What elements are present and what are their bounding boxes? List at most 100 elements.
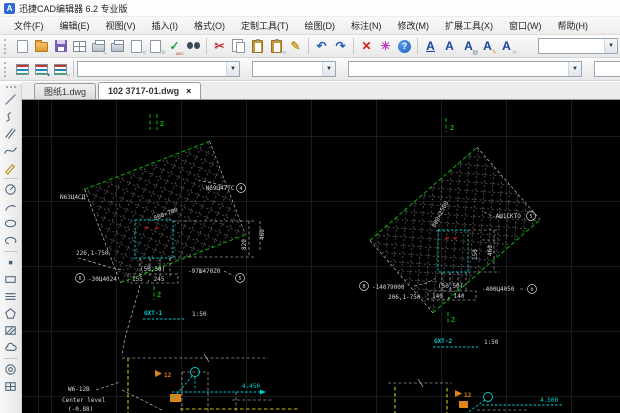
menu-draw[interactable]: 绘图(D) xyxy=(297,17,344,34)
gxt-1-title: GXT-1 xyxy=(144,310,162,317)
ellipse-arc-tool[interactable] xyxy=(2,232,20,249)
menu-file[interactable]: 文件(F) xyxy=(6,17,52,34)
new-file-icon[interactable] xyxy=(13,37,32,56)
font-icon[interactable]: A xyxy=(440,37,459,56)
document-tab-2[interactable]: 102 3717-01.dwg× xyxy=(98,82,201,99)
undo-icon[interactable]: ↶ xyxy=(312,37,331,56)
drawing-viewport[interactable]: 800×700 2 2 820 460 (50,50) 155 , 245 N6… xyxy=(22,100,620,413)
toolbar-separator xyxy=(206,38,207,54)
new-layer-icon[interactable]: ✦ xyxy=(32,60,51,79)
new-file-icon xyxy=(17,40,28,53)
chevron-down-icon[interactable]: ▼ xyxy=(604,39,617,53)
spline-tool-icon xyxy=(3,109,18,124)
toolbar-grip[interactable] xyxy=(4,62,9,77)
menu-view[interactable]: 视图(V) xyxy=(98,17,144,34)
tab-close-icon[interactable]: × xyxy=(186,86,191,96)
tab-label: 图纸1.dwg xyxy=(44,85,86,98)
bld-white-lines xyxy=(182,372,272,413)
chevron-down-icon[interactable]: ▼ xyxy=(322,62,335,76)
gxt-2-scale: 1:50 xyxy=(484,339,499,346)
print-setup-icon[interactable]: → xyxy=(89,37,108,56)
layer-search-icon-badge: ○ xyxy=(66,73,70,79)
chevron-down-icon[interactable]: ▼ xyxy=(568,62,581,76)
open-file-icon[interactable] xyxy=(32,37,51,56)
line-tool[interactable] xyxy=(2,91,20,108)
hatch-tool[interactable] xyxy=(2,322,20,339)
drawing-canvas[interactable]: 800×700 2 2 820 460 (50,50) 155 , 245 N6… xyxy=(22,100,620,413)
bld-cyan-arrowhead xyxy=(260,390,266,395)
redo-icon[interactable]: ↷ xyxy=(331,37,350,56)
curve-tool[interactable] xyxy=(2,142,20,159)
gxt-1-label-left-2: -30Ц4024 xyxy=(88,276,117,283)
menu-help[interactable]: 帮助(H) xyxy=(550,17,597,34)
cut-icon[interactable]: ✂ xyxy=(210,37,229,56)
print-preview-icon[interactable]: ○ xyxy=(127,37,146,56)
purge-icon[interactable]: ✳ xyxy=(376,37,395,56)
paste-special-icon[interactable]: ○ xyxy=(267,37,286,56)
double-line-tool[interactable] xyxy=(2,125,20,142)
gxt-1-label-left-1: 226,1-750 xyxy=(76,250,109,257)
color-combo[interactable]: ▼ xyxy=(252,61,336,77)
save-icon[interactable] xyxy=(51,37,70,56)
cloud-tool[interactable] xyxy=(2,339,20,356)
palette-grip[interactable] xyxy=(6,86,16,89)
delete-icon[interactable]: ✕ xyxy=(357,37,376,56)
gxt-1-dim-820: 820 xyxy=(241,239,248,250)
underline-text-icon[interactable]: A xyxy=(421,37,440,56)
gxt-2-plan[interactable]: 800×2500 2 2 460 150 (50,50) 140 , 140 B… xyxy=(360,118,541,347)
find-text-icon[interactable]: A○ xyxy=(497,37,516,56)
viewport-tool[interactable] xyxy=(2,378,20,395)
delete-icon: ✕ xyxy=(361,40,371,52)
circle-tool[interactable] xyxy=(2,181,20,198)
layer-search-icon[interactable]: ○ xyxy=(51,60,70,79)
edit-text-icon[interactable]: A✎ xyxy=(478,37,497,56)
menu-custom-tools[interactable]: 定制工具(T) xyxy=(233,17,297,34)
chevron-down-icon[interactable]: ▼ xyxy=(226,62,239,76)
menu-express-tools[interactable]: 扩展工具(X) xyxy=(437,17,501,34)
donut-tool-icon xyxy=(3,362,18,377)
layer-combo[interactable]: ▼ xyxy=(77,61,240,77)
spline-tool[interactable] xyxy=(2,108,20,125)
paste-icon[interactable] xyxy=(248,37,267,56)
gxt-2-label-left-2: 206,1-750 xyxy=(388,294,421,301)
menu-modify[interactable]: 修改(M) xyxy=(390,17,438,34)
gxt-2-label-right-2: -400Ц4050 xyxy=(482,286,515,293)
lineweight-combo[interactable]: ▼ xyxy=(594,61,620,77)
linetype-combo[interactable]: ▼ xyxy=(348,61,582,77)
rectangle-tool[interactable] xyxy=(2,271,20,288)
menu-format[interactable]: 格式(O) xyxy=(186,17,233,34)
copy-icon[interactable] xyxy=(229,37,248,56)
text-style-combo[interactable]: ▼ xyxy=(538,38,618,54)
gxt-2-label-left-1: -14079000 xyxy=(372,284,405,291)
text-style-icon[interactable]: A▤ xyxy=(459,37,478,56)
bottom-right-detail[interactable]: 12 4.500 xyxy=(388,379,562,413)
print-icon[interactable] xyxy=(108,37,127,56)
export-icon[interactable]: ≡ xyxy=(146,37,165,56)
menu-insert[interactable]: 插入(I) xyxy=(144,17,187,34)
donut-tool[interactable] xyxy=(2,361,20,378)
polygon-tool-icon xyxy=(3,306,18,321)
gxt-1-leader-right-2 xyxy=(224,271,234,276)
document-tab-1[interactable]: 图纸1.dwg xyxy=(34,83,96,99)
save-all-icon[interactable] xyxy=(70,37,89,56)
point-tool[interactable] xyxy=(2,254,20,271)
multiline-tool[interactable] xyxy=(2,288,20,305)
menu-window[interactable]: 窗口(W) xyxy=(501,17,550,34)
polygon-tool[interactable] xyxy=(2,305,20,322)
spell-check-icon[interactable]: ✓ABC xyxy=(165,37,184,56)
help-icon[interactable]: ? xyxy=(395,37,414,56)
menu-dimension[interactable]: 标注(N) xyxy=(343,17,390,34)
gxt-1-plan[interactable]: 800×700 2 2 820 460 (50,50) 155 , 245 N6… xyxy=(60,114,266,356)
sketch-tool-icon xyxy=(3,160,18,175)
toolbar-grip[interactable] xyxy=(4,39,9,54)
ellipse-tool[interactable] xyxy=(2,215,20,232)
format-painter-icon[interactable]: ✎ xyxy=(286,37,305,56)
arc-tool[interactable] xyxy=(2,198,20,215)
gxt-1-coord-label: (50,50) xyxy=(140,266,165,273)
paste-special-icon xyxy=(271,40,282,53)
find-icon[interactable] xyxy=(184,37,203,56)
sketch-tool[interactable] xyxy=(2,159,20,176)
layer-manager-icon[interactable] xyxy=(13,60,32,79)
bottom-left-detail[interactable]: W6-12B Center level (-0.88) 12 4.450 xyxy=(62,354,300,413)
menu-edit[interactable]: 编辑(E) xyxy=(52,17,98,34)
